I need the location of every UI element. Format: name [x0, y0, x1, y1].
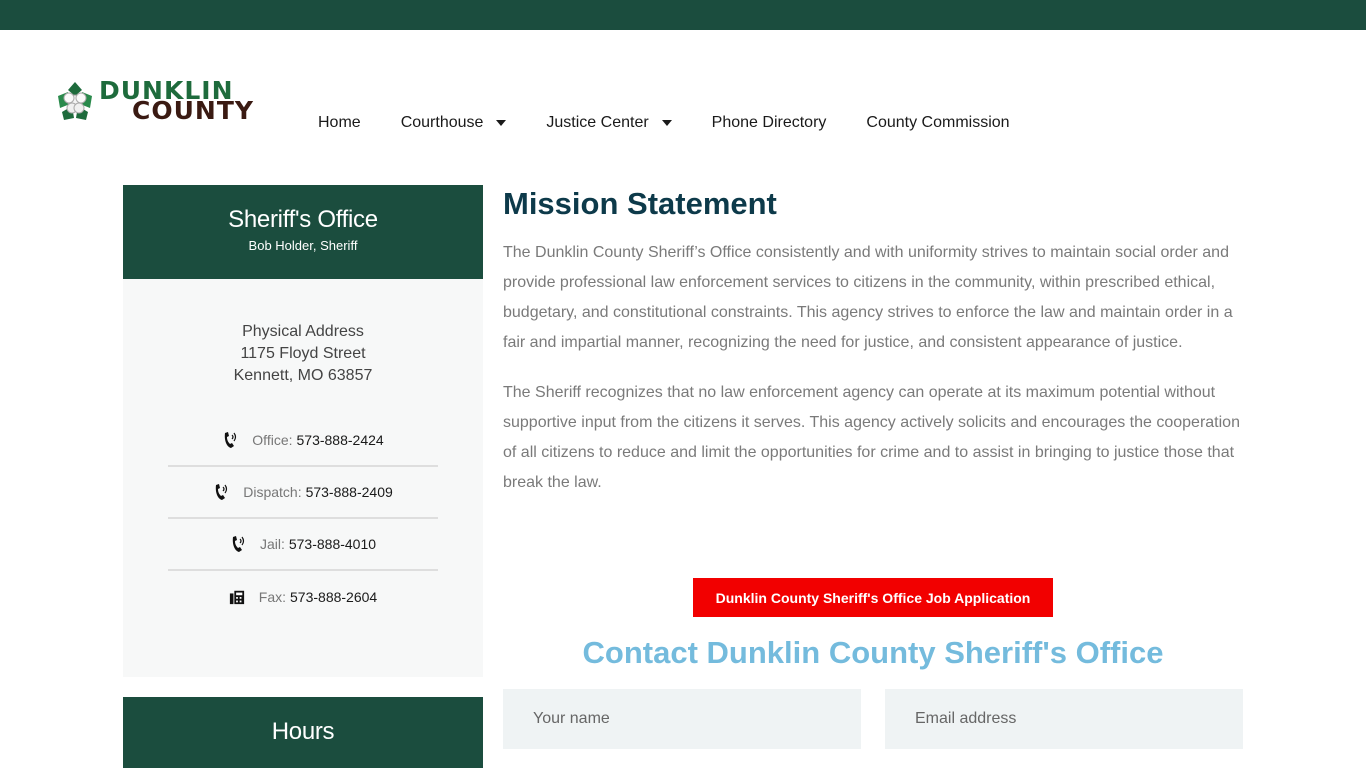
- contact-label: Office:: [252, 432, 293, 448]
- nav-justice-center[interactable]: Justice Center: [546, 114, 672, 132]
- contact-jail: Jail: 573-888-4010: [168, 519, 438, 571]
- mission-title: Mission Statement: [503, 186, 777, 221]
- sheriff-name: Bob Holder, Sheriff: [248, 238, 358, 253]
- address-street: 1175 Floyd Street: [240, 345, 366, 362]
- job-application-button[interactable]: Dunklin County Sheriff's Office Job Appl…: [693, 578, 1053, 617]
- sheriff-office-title: Sheriff's Office: [228, 206, 378, 233]
- contact-phone-link[interactable]: 573-888-4010: [289, 536, 376, 552]
- cotton-boll-icon: [58, 82, 92, 120]
- site-logo[interactable]: DUNKLIN COUNTY: [52, 78, 253, 124]
- nav-county-commission[interactable]: County Commission: [866, 114, 1009, 132]
- sheriff-office-header: Sheriff's Office Bob Holder, Sheriff: [123, 185, 483, 279]
- nav-label: Home: [318, 114, 361, 131]
- hours-title: Hours: [271, 718, 335, 745]
- mission-paragraph-1: The Dunklin County Sheriff’s Office cons…: [503, 244, 1233, 351]
- contact-title: Contact Dunklin County Sheriff's Office: [582, 635, 1164, 670]
- nav-label: Courthouse: [400, 114, 484, 131]
- contact-phone-link[interactable]: 573-888-2409: [306, 484, 393, 500]
- nav-label: Phone Directory: [711, 114, 827, 131]
- contact-label: Fax:: [258, 589, 287, 605]
- phone-icon: [230, 535, 246, 553]
- nav-home[interactable]: Home: [318, 114, 361, 132]
- nav-label: County Commission: [866, 114, 1010, 131]
- caret-down-icon[interactable]: [496, 120, 507, 126]
- name-input[interactable]: [503, 689, 861, 749]
- contact-phone-link[interactable]: 573-888-2424: [297, 432, 384, 448]
- phone-icon: [213, 483, 229, 501]
- address-label: Physical Address: [242, 323, 364, 340]
- top-bar: [0, 0, 1366, 30]
- contact-label: Jail:: [259, 536, 285, 552]
- nav-courthouse[interactable]: Courthouse: [401, 114, 507, 132]
- contact-list: Office: 573-888-2424 Dispatch: 573-888-2…: [168, 415, 438, 623]
- nav-label: Justice Center: [546, 114, 649, 131]
- logo-text-county: COUNTY: [132, 96, 254, 125]
- email-input[interactable]: [885, 689, 1243, 749]
- hours-card: Hours: [123, 697, 483, 768]
- main-nav: Home Courthouse Justice Center Phone Dir…: [318, 112, 1050, 134]
- physical-address: Physical Address 1175 Floyd Street Kenne…: [123, 321, 483, 387]
- contact-dispatch: Dispatch: 573-888-2409: [168, 467, 438, 519]
- caret-down-icon[interactable]: [661, 120, 672, 126]
- contact-label: Dispatch:: [243, 484, 302, 500]
- address-city: Kennett, MO 63857: [233, 367, 373, 384]
- contact-office: Office: 573-888-2424: [168, 415, 438, 467]
- main-content: Mission Statement The Dunklin County She…: [503, 185, 1243, 498]
- contact-fax: Fax: 573-888-2604: [168, 571, 438, 623]
- phone-icon: [222, 431, 238, 449]
- fax-icon: [229, 588, 245, 606]
- mission-paragraph-2: The Sheriff recognizes that no law enfor…: [503, 384, 1240, 491]
- sheriff-office-card: Sheriff's Office Bob Holder, Sheriff Phy…: [123, 185, 483, 677]
- nav-phone-directory[interactable]: Phone Directory: [712, 114, 827, 132]
- contact-fax-number[interactable]: 573-888-2604: [290, 589, 377, 605]
